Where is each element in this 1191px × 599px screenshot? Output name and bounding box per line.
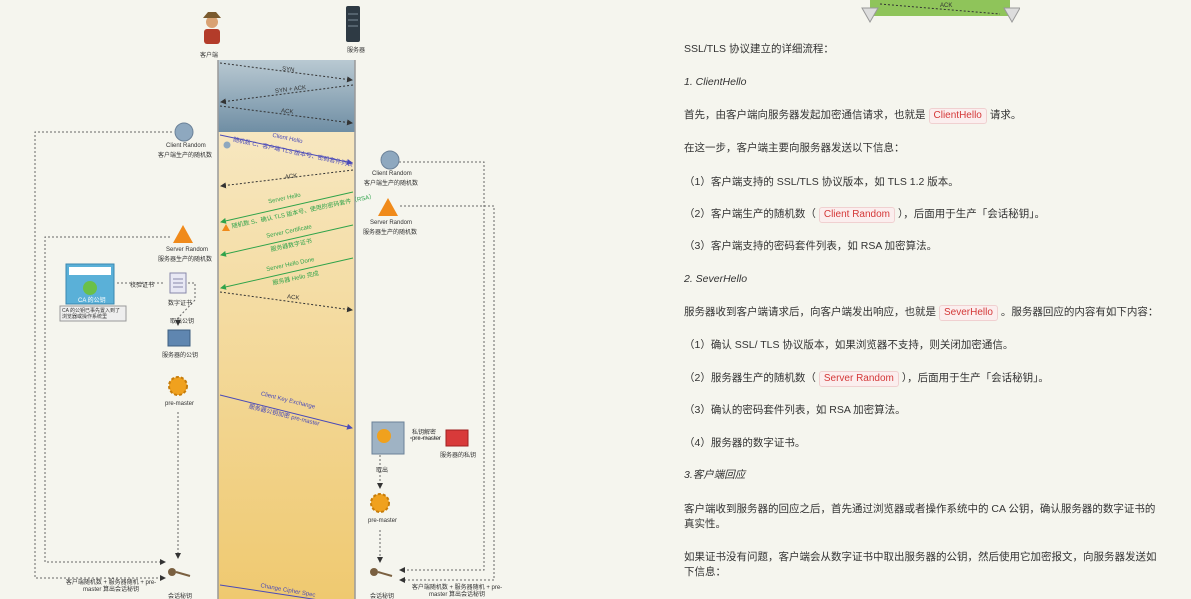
paragraph-3: 服务器收到客户端请求后，向客户端发出响应，也就是 SeverHello 。服务器回应… — [684, 305, 1158, 321]
p1-text-post: 请求。 — [989, 109, 1022, 121]
li2-text-pre: （2）客户端生产的随机数（ — [684, 208, 816, 220]
p3-text-pre: 服务器收到客户端请求后，向客户端发出响应，也就是 — [684, 306, 936, 318]
list-item-1: （1）客户端支持的 SSL/TLS 协议版本，如 TLS 1.2 版本。 — [684, 176, 959, 188]
paragraph-4-line-1: 客户端收到服务器的回应之后，首先通过浏览器或者操作系统中的 CA 公钥，确认服务… — [684, 503, 1156, 515]
server-random-left-label: Server Random — [166, 247, 209, 253]
code-tag-severhello: SeverHello — [939, 305, 998, 321]
client-random-right-label: Client Random — [372, 171, 412, 177]
server-pubkey-icon — [167, 329, 191, 347]
session-left-formula: 客户端随机数 + 服务器随机 + pre-master 算出会话秘钥 — [65, 580, 157, 593]
heading-server-hello: 2. SeverHello — [684, 273, 748, 285]
p1-text-pre: 首先，由客户端向服务器发起加密通信请求，也就是 — [684, 109, 926, 121]
server-icon — [346, 6, 360, 42]
server-random-left-desc: 服务器生产的随机数 — [158, 257, 213, 263]
premaster-left-label: pre-master — [165, 401, 195, 407]
list-item-6: （3）确认的密码套件列表，如 RSA 加密算法。 — [684, 404, 906, 416]
premaster-right-label: pre-master — [368, 518, 398, 524]
client-random-left-desc: 客户端生产的随机数 — [158, 153, 213, 159]
ca-label: CA 的公钥 — [78, 298, 106, 304]
list-item-5: （2）服务器生产的随机数（ Server Random ），后面用于生产「会话秘钥」… — [684, 371, 1049, 387]
verify-cert-label: 校验证书 — [130, 283, 155, 289]
session-left-label: 会话秘钥 — [168, 594, 193, 599]
digital-cert-label: 数字证书 — [168, 301, 193, 307]
list-item-3: （3）客户端支持的密码套件列表，如 RSA 加密算法。 — [684, 240, 938, 252]
certificate-icon — [169, 272, 187, 294]
session-right-label: 会话秘钥 — [370, 594, 395, 599]
p3-text-post: 。服务器回应的内容有如下内容： — [1000, 306, 1159, 318]
list-item-7: （4）服务器的数字证书。 — [684, 437, 806, 449]
client-random-left-label: Client Random — [166, 143, 206, 149]
code-tag-server-random: Server Random — [818, 371, 899, 387]
list-item-2: （2）客户端生产的随机数（ Client Random ），后面用于生产「会话秘钥」… — [684, 207, 1045, 223]
premaster-left-gear-icon — [168, 376, 188, 396]
server-random-right-icon — [378, 198, 398, 216]
heading-client-response: 3.客户端回应 — [684, 469, 746, 481]
session-right-formula: 客户端随机数 + 服务器随机 + pre-master 算出会话秘钥 — [411, 585, 503, 598]
intro-text: SSL/TLS 协议建立的详细流程： — [684, 43, 834, 55]
article: SSL/TLS 协议建立的详细流程： 1. ClientHello 首先，由客户… — [684, 0, 1164, 599]
paragraph-5-line-2: 下信息： — [684, 566, 726, 578]
li5-text-pre: （2）服务器生产的随机数（ — [684, 372, 816, 384]
paragraph-1: 首先，由客户端向服务器发起加密通信请求，也就是 ClientHello 请求。 — [684, 108, 1021, 124]
client-label: 客户端 — [200, 53, 219, 59]
server-label: 服务器 — [347, 48, 366, 54]
private-decrypt-label: 私钥解密 pre-master — [412, 430, 442, 442]
code-tag-clienthello: ClientHello — [928, 108, 987, 124]
server-random-right-label: Server Random — [370, 220, 413, 226]
list-item-4: （1）确认 SSL/ TLS 协议版本，如果浏览器不支持，则关闭加密通信。 — [684, 339, 1014, 351]
server-privkey-label: 服务器的私钥 — [440, 453, 477, 459]
client-random-right-desc: 客户端生产的随机数 — [364, 181, 419, 187]
session-key-left-icon — [168, 568, 191, 577]
server-random-right-desc: 服务器生产的随机数 — [363, 230, 418, 236]
ca-desc: CA 的公钥已事先置入到了浏览器或操作系统里 — [62, 308, 121, 320]
paragraph-2: 在这一步，客户端主要向服务器发送以下信息： — [684, 142, 905, 154]
client-random-left-icon — [174, 122, 194, 142]
server-pubkey-label: 服务器的公钥 — [162, 353, 199, 359]
code-tag-client-random: Client Random — [818, 207, 895, 223]
server-random-left-icon — [173, 225, 193, 243]
session-key-right-icon — [370, 568, 393, 577]
take-pubkey-label: 取出公钥 — [170, 319, 195, 325]
paragraph-4-line-2: 真实性。 — [684, 518, 726, 530]
li5-text-post: ），后面用于生产「会话秘钥」。 — [901, 372, 1049, 384]
paragraph-5-line-1: 如果证书没有问题，客户端会从数字证书中取出服务器的公钥，然后使用它加密报文，向服… — [684, 551, 1157, 563]
heading-client-hello: 1. ClientHello — [684, 76, 747, 88]
take-out-label: 取出 — [376, 468, 389, 474]
client-person-icon — [203, 12, 221, 44]
tls-handshake-diagram: 客户端 服务器 SYN SYN + ACK ACK Client Hello 随… — [0, 0, 620, 599]
server-privkey-icon — [445, 429, 469, 447]
client-random-right-icon — [380, 150, 400, 170]
premaster-right-gear-icon — [370, 493, 390, 513]
li2-text-post: ），后面用于生产「会话秘钥」。 — [898, 208, 1045, 220]
